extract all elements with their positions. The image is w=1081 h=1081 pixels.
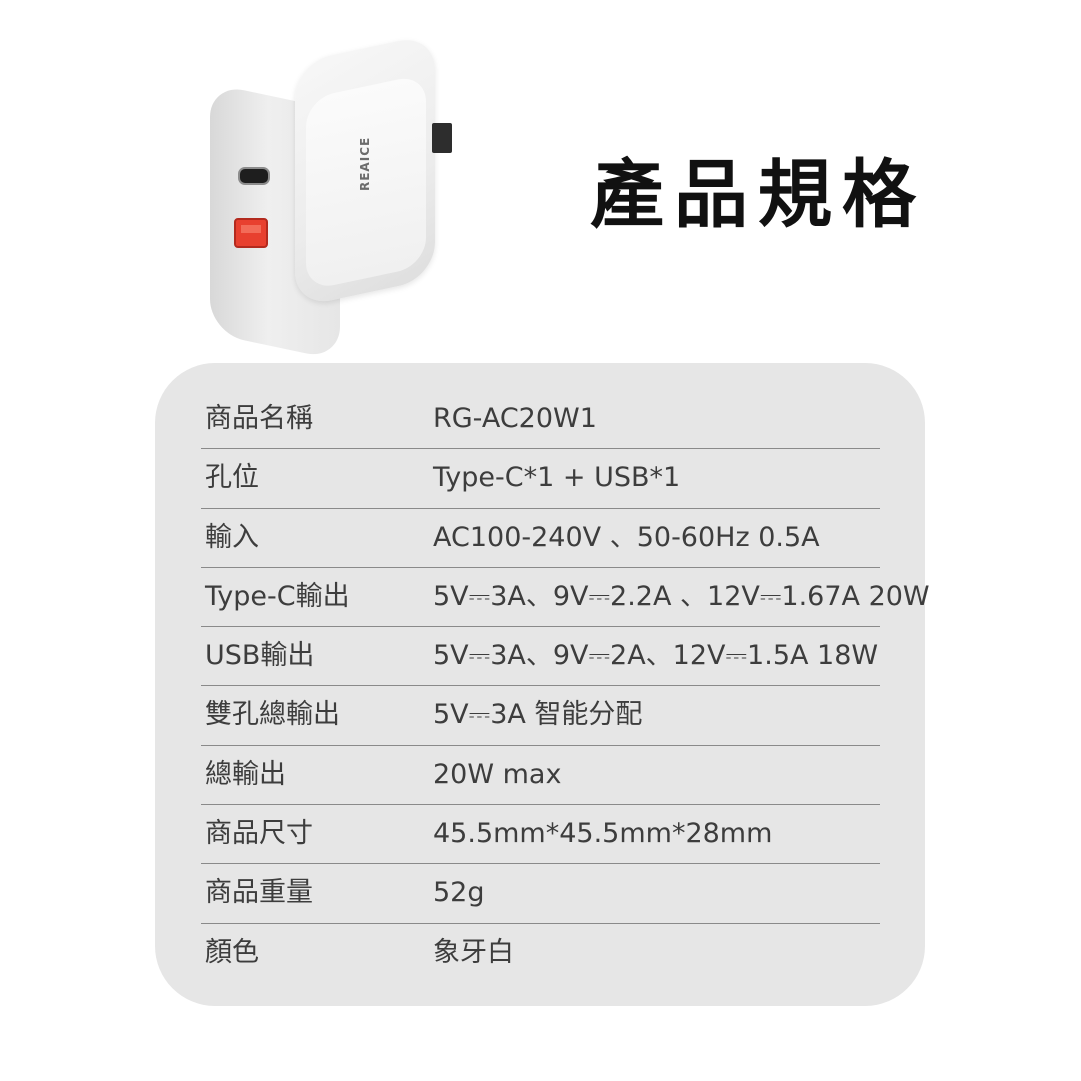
spec-value: 52g: [433, 877, 485, 909]
spec-value: 5V⎓3A 智能分配: [433, 699, 643, 731]
spec-label: Type-C輸出: [205, 580, 350, 612]
spec-row: 商品重量 52g: [201, 864, 880, 924]
spec-row: 商品名稱 RG-AC20W1: [201, 390, 880, 450]
spec-value: Type-C*1 + USB*1: [433, 462, 681, 494]
spec-page: REAICE 產品規格 商品名稱 RG-AC20W1 孔位 Type-C*1 +…: [0, 0, 1081, 1081]
product-image: REAICE: [200, 33, 470, 361]
spec-label: 商品重量: [205, 877, 313, 909]
spec-row: 顏色 象牙白: [201, 924, 880, 983]
spec-row: USB輸出 5V⎓3A、9V⎓2A、12V⎓1.5A 18W: [201, 627, 880, 687]
spec-value: 5V⎓3A、9V⎓2.2A 、12V⎓1.67A 20W: [433, 580, 930, 612]
spec-value: 45.5mm*45.5mm*28mm: [433, 818, 773, 850]
spec-row: 雙孔總輸出 5V⎓3A 智能分配: [201, 686, 880, 746]
page-title: 產品規格: [590, 152, 926, 238]
plug-prong: [432, 123, 452, 153]
spec-row: 輸入 AC100-240V 、50-60Hz 0.5A: [201, 509, 880, 568]
spec-value: 20W max: [433, 758, 562, 790]
spec-label: 孔位: [205, 462, 259, 494]
spec-label: 商品尺寸: [205, 818, 313, 850]
spec-label: USB輸出: [205, 640, 315, 672]
spec-row: 商品尺寸 45.5mm*45.5mm*28mm: [201, 805, 880, 865]
spec-value: AC100-240V 、50-60Hz 0.5A: [433, 521, 820, 553]
spec-row: 孔位 Type-C*1 + USB*1: [201, 449, 880, 509]
usb-a-port: [234, 218, 268, 248]
usb-c-port: [238, 167, 270, 185]
spec-value: 5V⎓3A、9V⎓2A、12V⎓1.5A 18W: [433, 640, 879, 672]
spec-label: 輸入: [205, 521, 259, 553]
spec-row: 總輸出 20W max: [201, 746, 880, 806]
spec-label: 總輸出: [205, 758, 286, 790]
spec-label: 商品名稱: [205, 403, 313, 434]
spec-row: Type-C輸出 5V⎓3A、9V⎓2.2A 、12V⎓1.67A 20W: [201, 568, 930, 628]
brand-logo: REAICE: [358, 136, 372, 191]
spec-table: 商品名稱 RG-AC20W1 孔位 Type-C*1 + USB*1 輸入 AC…: [201, 390, 930, 983]
spec-value: RG-AC20W1: [433, 403, 597, 434]
spec-label: 雙孔總輸出: [205, 699, 340, 731]
spec-label: 顏色: [205, 936, 259, 968]
spec-value: 象牙白: [433, 936, 514, 968]
